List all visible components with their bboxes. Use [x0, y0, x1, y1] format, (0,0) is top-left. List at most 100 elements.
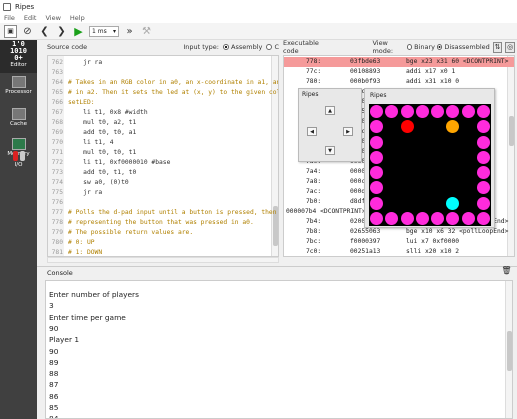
- dpad-down-button[interactable]: ▼: [325, 146, 335, 155]
- led-pixel: [461, 211, 475, 225]
- disassembled-radio[interactable]: [437, 44, 443, 50]
- console-scroll-thumb[interactable]: [507, 331, 512, 371]
- led-pixel: [400, 135, 414, 149]
- sidebar: 1'0 1010 0+ Editor Processor Cache Memory …: [0, 40, 37, 419]
- rate-select[interactable]: 1 ms ▾: [89, 25, 119, 37]
- dpad-left-button[interactable]: ◀: [307, 127, 317, 136]
- sidebar-item-processor[interactable]: Processor: [0, 76, 37, 104]
- address: 7b8:: [306, 228, 322, 235]
- dpad-right-button[interactable]: ▶: [343, 127, 353, 136]
- console-line: 84: [49, 414, 59, 419]
- source-editor[interactable]: 762 jr ra 763 764 # Takes in an RGB color i…: [47, 55, 279, 257]
- led-pixel: [476, 120, 490, 134]
- led-pixel: [461, 196, 475, 210]
- led-pixel: [431, 135, 444, 149]
- led-pixel: [476, 196, 490, 210]
- clear-console-trash-icon[interactable]: 🗑: [501, 266, 512, 277]
- address: 7a4:: [306, 168, 322, 175]
- led-pixel: [415, 181, 429, 195]
- console-line: Enter number of players: [49, 290, 139, 299]
- disasm-row[interactable]: 7c0: 00251a13 slli x20 x10 2: [284, 247, 514, 256]
- console-output[interactable]: Enter number of players 3 Enter time per g…: [45, 280, 513, 419]
- led-pixel: [461, 150, 475, 164]
- console-line: 86: [49, 391, 59, 401]
- source-header: Source code Input type: Assembly C: [47, 40, 279, 54]
- address: 778:: [306, 58, 322, 65]
- disasm-row[interactable]: 77c: 00108893 addi x17 x0 1: [284, 67, 514, 77]
- instruction-hex: 000d: [350, 188, 366, 195]
- assembly-radio[interactable]: [223, 44, 230, 50]
- code-text: # in a2. Then it sets the led at (x, y) …: [68, 89, 279, 96]
- disasm-row[interactable]: 7b8: 02655063 bge x10 x6 32 <pollLoopEnd>: [284, 227, 514, 237]
- led-pixel: [446, 166, 460, 179]
- led-matrix-window: Ripes: [364, 88, 495, 228]
- led-pixel: [476, 150, 490, 164]
- console-line: Player 1: [49, 335, 80, 345]
- disasm-row[interactable]: 780: 000b0f93 addi x31 x10 0: [284, 77, 514, 87]
- menu-view[interactable]: View: [45, 14, 60, 22]
- exec-title: Executable code: [283, 39, 319, 55]
- sidebar-item-cache[interactable]: Cache: [0, 108, 37, 136]
- dpad-window: Ripes ▲ ◀ ▶ ▼: [298, 88, 362, 162]
- address: 77c:: [306, 68, 322, 75]
- build-hammer-icon[interactable]: ⚒: [140, 25, 153, 38]
- instruction-hex: d8df: [350, 198, 366, 205]
- console-line: 3: [49, 301, 54, 311]
- arrow-up-icon: ▲: [328, 107, 332, 114]
- binary-radio[interactable]: [406, 44, 413, 50]
- instruction-hex: 000c: [350, 178, 366, 185]
- disasm-row[interactable]: 778: 03fbde63 bge x23 x31 60 <DCONTPRINT>: [284, 57, 514, 67]
- processor-icon: [11, 76, 26, 88]
- menu-edit[interactable]: Edit: [24, 14, 37, 22]
- memory-icon: [11, 138, 26, 150]
- led-pixel: [476, 105, 490, 118]
- sidebar-item-editor[interactable]: 1'0 1010 0+ Editor: [0, 40, 37, 73]
- disasm-row[interactable]: 7bc: f0000397 lui x7 0xf0000: [284, 237, 514, 247]
- dpad-window-title: Ripes: [302, 91, 319, 98]
- step-forward-icon[interactable]: ❯: [55, 25, 68, 38]
- arrow-left-icon: ◀: [310, 128, 314, 135]
- follow-pc-icon[interactable]: ⇅: [492, 41, 503, 53]
- address: 7b0:: [306, 198, 322, 205]
- led-pixel: [370, 120, 383, 134]
- instruction-hex: 02655063: [350, 228, 381, 235]
- menu-help[interactable]: Help: [70, 14, 85, 22]
- instruction-hex: 00108893: [350, 68, 381, 75]
- instruction-text: lui x7 0xf0000: [406, 238, 460, 245]
- c-radio[interactable]: [266, 44, 273, 50]
- select-processor-icon[interactable]: ▣: [4, 24, 17, 38]
- run-icon[interactable]: ▶: [72, 25, 85, 38]
- main-toolbar: ▣ ⊘ ❮ ❯ ▶ 1 ms ▾ » ⚒: [0, 23, 517, 40]
- led-pixel: [400, 166, 414, 179]
- led-pixel: [370, 181, 383, 195]
- led-pixel: [400, 181, 414, 195]
- address: 780:: [306, 78, 322, 85]
- menu-file[interactable]: File: [4, 14, 15, 22]
- line-number: 781: [51, 249, 63, 256]
- led-pixel: [400, 105, 414, 118]
- fast-forward-icon[interactable]: »: [123, 25, 136, 38]
- console-line: 85: [49, 403, 59, 412]
- io-icon: [0, 151, 37, 161]
- sidebar-item-io[interactable]: I/O: [0, 151, 37, 177]
- led-pixel: [385, 211, 399, 225]
- address: 7ac:: [306, 188, 322, 195]
- reset-icon[interactable]: ⊘: [21, 25, 34, 38]
- led-pixel: [400, 196, 414, 210]
- console-line: 87: [49, 380, 59, 390]
- arrow-down-icon: ▼: [328, 147, 332, 154]
- show-symbols-icon[interactable]: ◎: [505, 41, 516, 53]
- address: 7a8:: [306, 178, 322, 185]
- led-pixel: [431, 150, 444, 164]
- step-back-icon[interactable]: ❮: [38, 25, 51, 38]
- menu-bar: File Edit View Help: [0, 13, 517, 23]
- led-pixel: [431, 211, 444, 225]
- editor-horizontal-scrollbar[interactable]: [47, 257, 279, 263]
- instruction-text: addi x17 x0 1: [406, 68, 456, 75]
- led-pixel: [415, 211, 429, 225]
- led-pixel: [415, 150, 429, 164]
- led-pixel: [385, 135, 399, 149]
- console-scrollbar[interactable]: [505, 281, 512, 418]
- input-type-group: Input type: Assembly C: [183, 43, 279, 51]
- dpad-up-button[interactable]: ▲: [325, 106, 335, 115]
